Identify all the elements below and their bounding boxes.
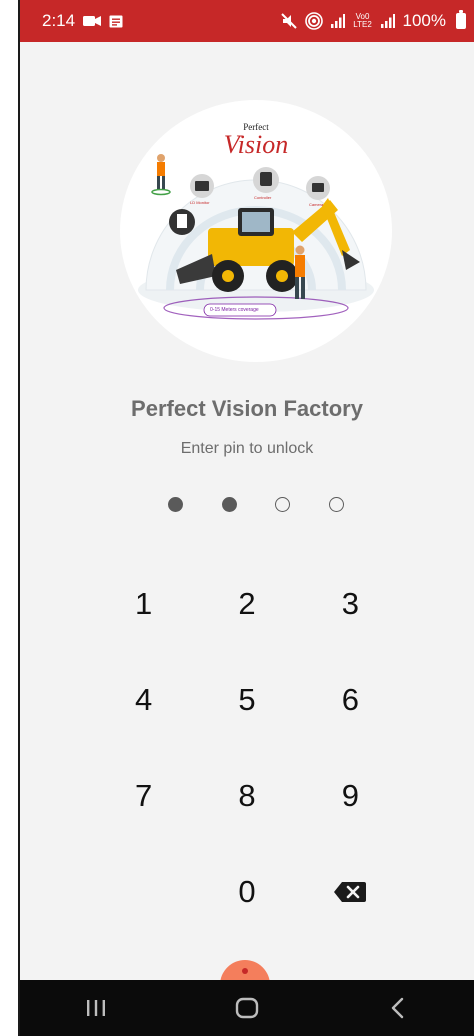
pin-dot-filled [221,496,237,512]
signal-icon [380,14,395,28]
navigation-bar [20,980,474,1036]
pin-dot-empty [328,496,344,512]
battery-icon [456,10,466,29]
key-9[interactable]: 9 [299,748,402,844]
key-8[interactable]: 8 [195,748,298,844]
key-empty [92,844,195,940]
logo-label-controller: Controller [254,195,272,200]
key-0[interactable]: 0 [195,844,298,940]
key-2[interactable]: 2 [195,556,298,652]
logo-label-coverage: 0-15 Meters coverage [210,307,259,313]
status-bar-left: 2:14 [42,11,123,31]
pin-dot-empty [275,496,291,512]
logo-label-camera: Camera [309,202,324,207]
app-title: Perfect Vision Factory [131,396,363,421]
status-bar: 2:14 Vo0 LTE2 100% [20,0,474,42]
mute-icon [280,13,297,29]
pin-indicator [168,496,344,512]
pin-prompt: Enter pin to unlock [180,440,314,457]
video-record-icon [83,15,102,27]
recents-button[interactable] [66,988,126,1028]
hotspot-icon [304,12,323,30]
home-icon [235,997,259,1019]
backspace-icon [334,882,367,902]
back-icon [392,997,404,1019]
pin-keypad: 1 2 3 4 5 6 7 8 9 0 [92,556,402,940]
key-7[interactable]: 7 [92,748,195,844]
phone-screen: 2:14 Vo0 LTE2 100% Perfect Vision LD Mon… [18,0,474,1036]
backspace-button[interactable] [299,844,402,940]
pin-dot-filled [168,496,183,512]
battery-percent: 100% [402,11,446,30]
key-1[interactable]: 1 [92,556,195,652]
app-logo: Perfect Vision LD Monitor Controller Cam… [120,100,392,362]
logo-word-vision: Vision [223,130,289,159]
status-time: 2:14 [42,11,76,30]
back-button[interactable] [368,988,428,1028]
status-bar-right: Vo0 LTE2 100% [280,10,466,31]
signal-icon [330,14,345,28]
network-label: Vo0 LTE2 [353,12,372,29]
message-icon [109,15,123,28]
logo-label-monitor: LD Monitor [190,200,210,205]
key-5[interactable]: 5 [195,652,298,748]
key-6[interactable]: 6 [299,652,402,748]
key-3[interactable]: 3 [299,556,402,652]
key-4[interactable]: 4 [92,652,195,748]
logo-label-tag: TAG [178,227,186,232]
recents-icon [86,1000,105,1016]
home-button[interactable] [217,988,277,1028]
